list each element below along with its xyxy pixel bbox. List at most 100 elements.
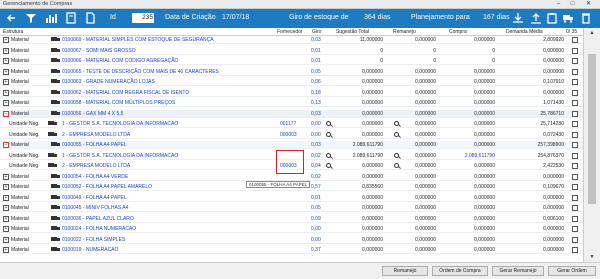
arrow-left-icon[interactable] xyxy=(5,12,17,24)
row-checkbox[interactable] xyxy=(572,205,578,211)
scroll-thumb[interactable] xyxy=(588,54,596,204)
collapse-icon[interactable]: − xyxy=(3,142,9,148)
row-checkbox[interactable] xyxy=(572,110,578,117)
expand-icon[interactable]: + xyxy=(3,100,9,106)
expand-icon[interactable]: + xyxy=(3,236,9,243)
expand-icon[interactable]: + xyxy=(3,68,9,75)
id-field[interactable]: 235 xyxy=(132,13,154,23)
search-icon[interactable] xyxy=(326,121,331,126)
unit-row[interactable]: Unidade Neg. 2 - EMPRESA MODELO LTDA 00000… xyxy=(0,131,583,139)
row-description[interactable]: 0100069 - MATERIAL SIMPLES COM ESTOQUE D… xyxy=(62,37,214,43)
row-description[interactable]: 0100062 - MATERIAL COM REGRA FISCAL DE I… xyxy=(62,90,189,96)
row-checkbox[interactable] xyxy=(572,131,578,138)
row-description[interactable]: 0100056 - GAX MM 4 X 5,5 xyxy=(62,111,123,117)
clipboard-icon[interactable] xyxy=(546,12,558,24)
col-purchase[interactable]: Compra xyxy=(449,29,467,35)
row-description[interactable]: 0100049 - FOLHA A4 PAPEL xyxy=(62,195,127,201)
row-description[interactable]: 1 - GESTOR S.A. TECNOLOGIA DA INFORMACAO xyxy=(62,121,178,127)
col-turnover[interactable]: Giro xyxy=(312,29,321,35)
material-row[interactable]: + Material 0100049 - FOLHA A4 PAPEL 0,01 0,0… xyxy=(0,194,583,202)
row-description[interactable]: 0100036 - PAPEL AZUL CLARO xyxy=(62,216,134,222)
row-description[interactable]: 0100054 - FOLHA A4 VERDE xyxy=(62,174,128,180)
col-remanejo[interactable]: Remanejo xyxy=(393,29,416,35)
material-row[interactable]: + Material 0100063 - GRADE NUMERAÇÃO LOJAS… xyxy=(0,78,583,86)
row-checkbox[interactable] xyxy=(572,79,578,85)
expand-icon[interactable]: + xyxy=(3,58,9,64)
document-icon[interactable] xyxy=(84,12,96,24)
minimize-button[interactable]: – xyxy=(552,0,565,9)
search-icon[interactable] xyxy=(394,131,399,137)
material-row[interactable]: − Material 0100056 - GAX MM 4 X 5,5 0,03 0,0… xyxy=(0,109,583,118)
row-description[interactable]: 0100045 - MÍNIV FOLHAS A4 xyxy=(62,205,128,211)
material-row[interactable]: + Material 0100058 - MATERIAL COM MÚLTIPLO… xyxy=(0,99,583,107)
generate-order-button[interactable]: Gerar Ordem xyxy=(548,266,596,276)
expand-icon[interactable]: + xyxy=(3,184,9,190)
row-description[interactable]: 0100019 - NUMERACAO xyxy=(62,247,118,253)
material-row[interactable]: − Material 0100055 - FOLHA A4 PAPEL 0,03 2.0… xyxy=(0,141,583,149)
collapse-icon[interactable]: − xyxy=(3,110,9,117)
material-row[interactable]: + Material 0100019 - NUMERACAO 0,37 0,000000… xyxy=(0,246,583,254)
row-checkbox[interactable] xyxy=(572,184,578,190)
generate-remanejo-button[interactable]: Gerar Remanejo xyxy=(492,266,544,276)
material-row[interactable]: + Material 0100045 - MÍNIV FOLHAS A4 0,05 0,… xyxy=(0,204,583,212)
row-checkbox[interactable] xyxy=(572,152,578,159)
row-checkbox[interactable] xyxy=(572,58,578,64)
row-checkbox[interactable] xyxy=(572,142,578,148)
close-button[interactable]: ✕ xyxy=(582,0,595,9)
row-checkbox[interactable] xyxy=(572,247,578,253)
material-row[interactable]: + Material 0100069 - MATERIAL SIMPLES COM … xyxy=(0,36,583,44)
row-checkbox[interactable] xyxy=(572,47,578,54)
material-row[interactable]: + Material 0100036 - PAPEL AZUL CLARO 0,09 0… xyxy=(0,215,583,223)
expand-icon[interactable]: + xyxy=(3,194,9,201)
material-row[interactable]: + Material 0100066 - MATERIAL COM CÓDIGO A… xyxy=(0,57,583,65)
upload-icon[interactable] xyxy=(530,12,542,24)
col-structure[interactable]: Estrutura xyxy=(3,29,23,35)
row-description[interactable]: 0100024 - FOLHA NUMERACAO xyxy=(62,226,136,232)
row-description[interactable]: 2 - EMPRESA MODELO LTDA xyxy=(62,163,130,169)
row-checkbox[interactable] xyxy=(572,121,578,127)
row-checkbox[interactable] xyxy=(572,226,578,232)
expand-icon[interactable]: + xyxy=(3,79,9,85)
vertical-scrollbar[interactable]: ▲ ▼ xyxy=(583,28,600,262)
book-icon[interactable] xyxy=(65,12,77,24)
purchase-order-button[interactable]: Ordem de Compra xyxy=(432,266,488,276)
row-checkbox[interactable] xyxy=(572,100,578,106)
search-icon[interactable] xyxy=(394,163,399,168)
col-supplier[interactable]: Fornecedor xyxy=(277,29,303,35)
material-row[interactable]: + Material 0100065 - TESTE DE DESCRIÇÃO CO… xyxy=(0,68,583,76)
row-checkbox[interactable] xyxy=(572,173,578,180)
row-description[interactable]: 1 - GESTOR S.A. TECNOLOGIA DA INFORMACAO xyxy=(62,153,178,159)
scroll-down-icon[interactable]: ▼ xyxy=(588,254,596,260)
row-supplier[interactable]: 000003 xyxy=(280,132,297,138)
scroll-up-icon[interactable]: ▲ xyxy=(588,30,596,36)
search-icon[interactable] xyxy=(394,121,399,126)
expand-icon[interactable]: + xyxy=(3,205,9,211)
expand-icon[interactable]: + xyxy=(3,247,9,253)
delete-icon[interactable] xyxy=(580,12,592,24)
search-icon[interactable] xyxy=(326,163,331,168)
expand-icon[interactable]: + xyxy=(3,37,9,43)
row-checkbox[interactable] xyxy=(572,194,578,201)
expand-icon[interactable]: + xyxy=(3,226,9,232)
search-icon[interactable] xyxy=(326,131,331,137)
expand-icon[interactable]: + xyxy=(3,89,9,96)
row-checkbox[interactable] xyxy=(572,89,578,96)
material-row[interactable]: + Material 0100024 - FOLHA NUMERACAO 0,00 0,… xyxy=(0,225,583,233)
row-description[interactable]: 0100022 - FOLHA SIMPLES xyxy=(62,237,125,243)
row-checkbox[interactable] xyxy=(572,163,578,169)
row-checkbox[interactable] xyxy=(572,37,578,43)
row-supplier[interactable]: 001177 xyxy=(280,121,296,127)
row-description[interactable]: 0100066 - MATERIAL COM CÓDIGO AGREGAÇÃO xyxy=(62,58,178,64)
material-row[interactable]: + Material 0100067 - SOMI MAIS GROSSO 0,01 0… xyxy=(0,47,583,55)
col-avg-demand[interactable]: Demanda Média xyxy=(506,29,543,35)
row-description[interactable]: 0100055 - FOLHA A4 PAPEL xyxy=(62,142,127,148)
col-suggestion[interactable]: Sugestão Total xyxy=(336,29,369,35)
row-description[interactable]: 0100065 - TESTE DE DESCRIÇÃO COM MAIS DE… xyxy=(62,69,219,75)
unit-row[interactable]: Unidade Neg. 1 - GESTOR S.A. TECNOLOGIA D… xyxy=(0,120,583,128)
download-icon[interactable] xyxy=(512,12,524,24)
remanejo-button[interactable]: Remanejo xyxy=(382,266,428,276)
row-checkbox[interactable] xyxy=(572,236,578,243)
row-checkbox[interactable] xyxy=(572,215,578,222)
expand-icon[interactable]: + xyxy=(3,47,9,54)
expand-icon[interactable]: + xyxy=(3,215,9,222)
